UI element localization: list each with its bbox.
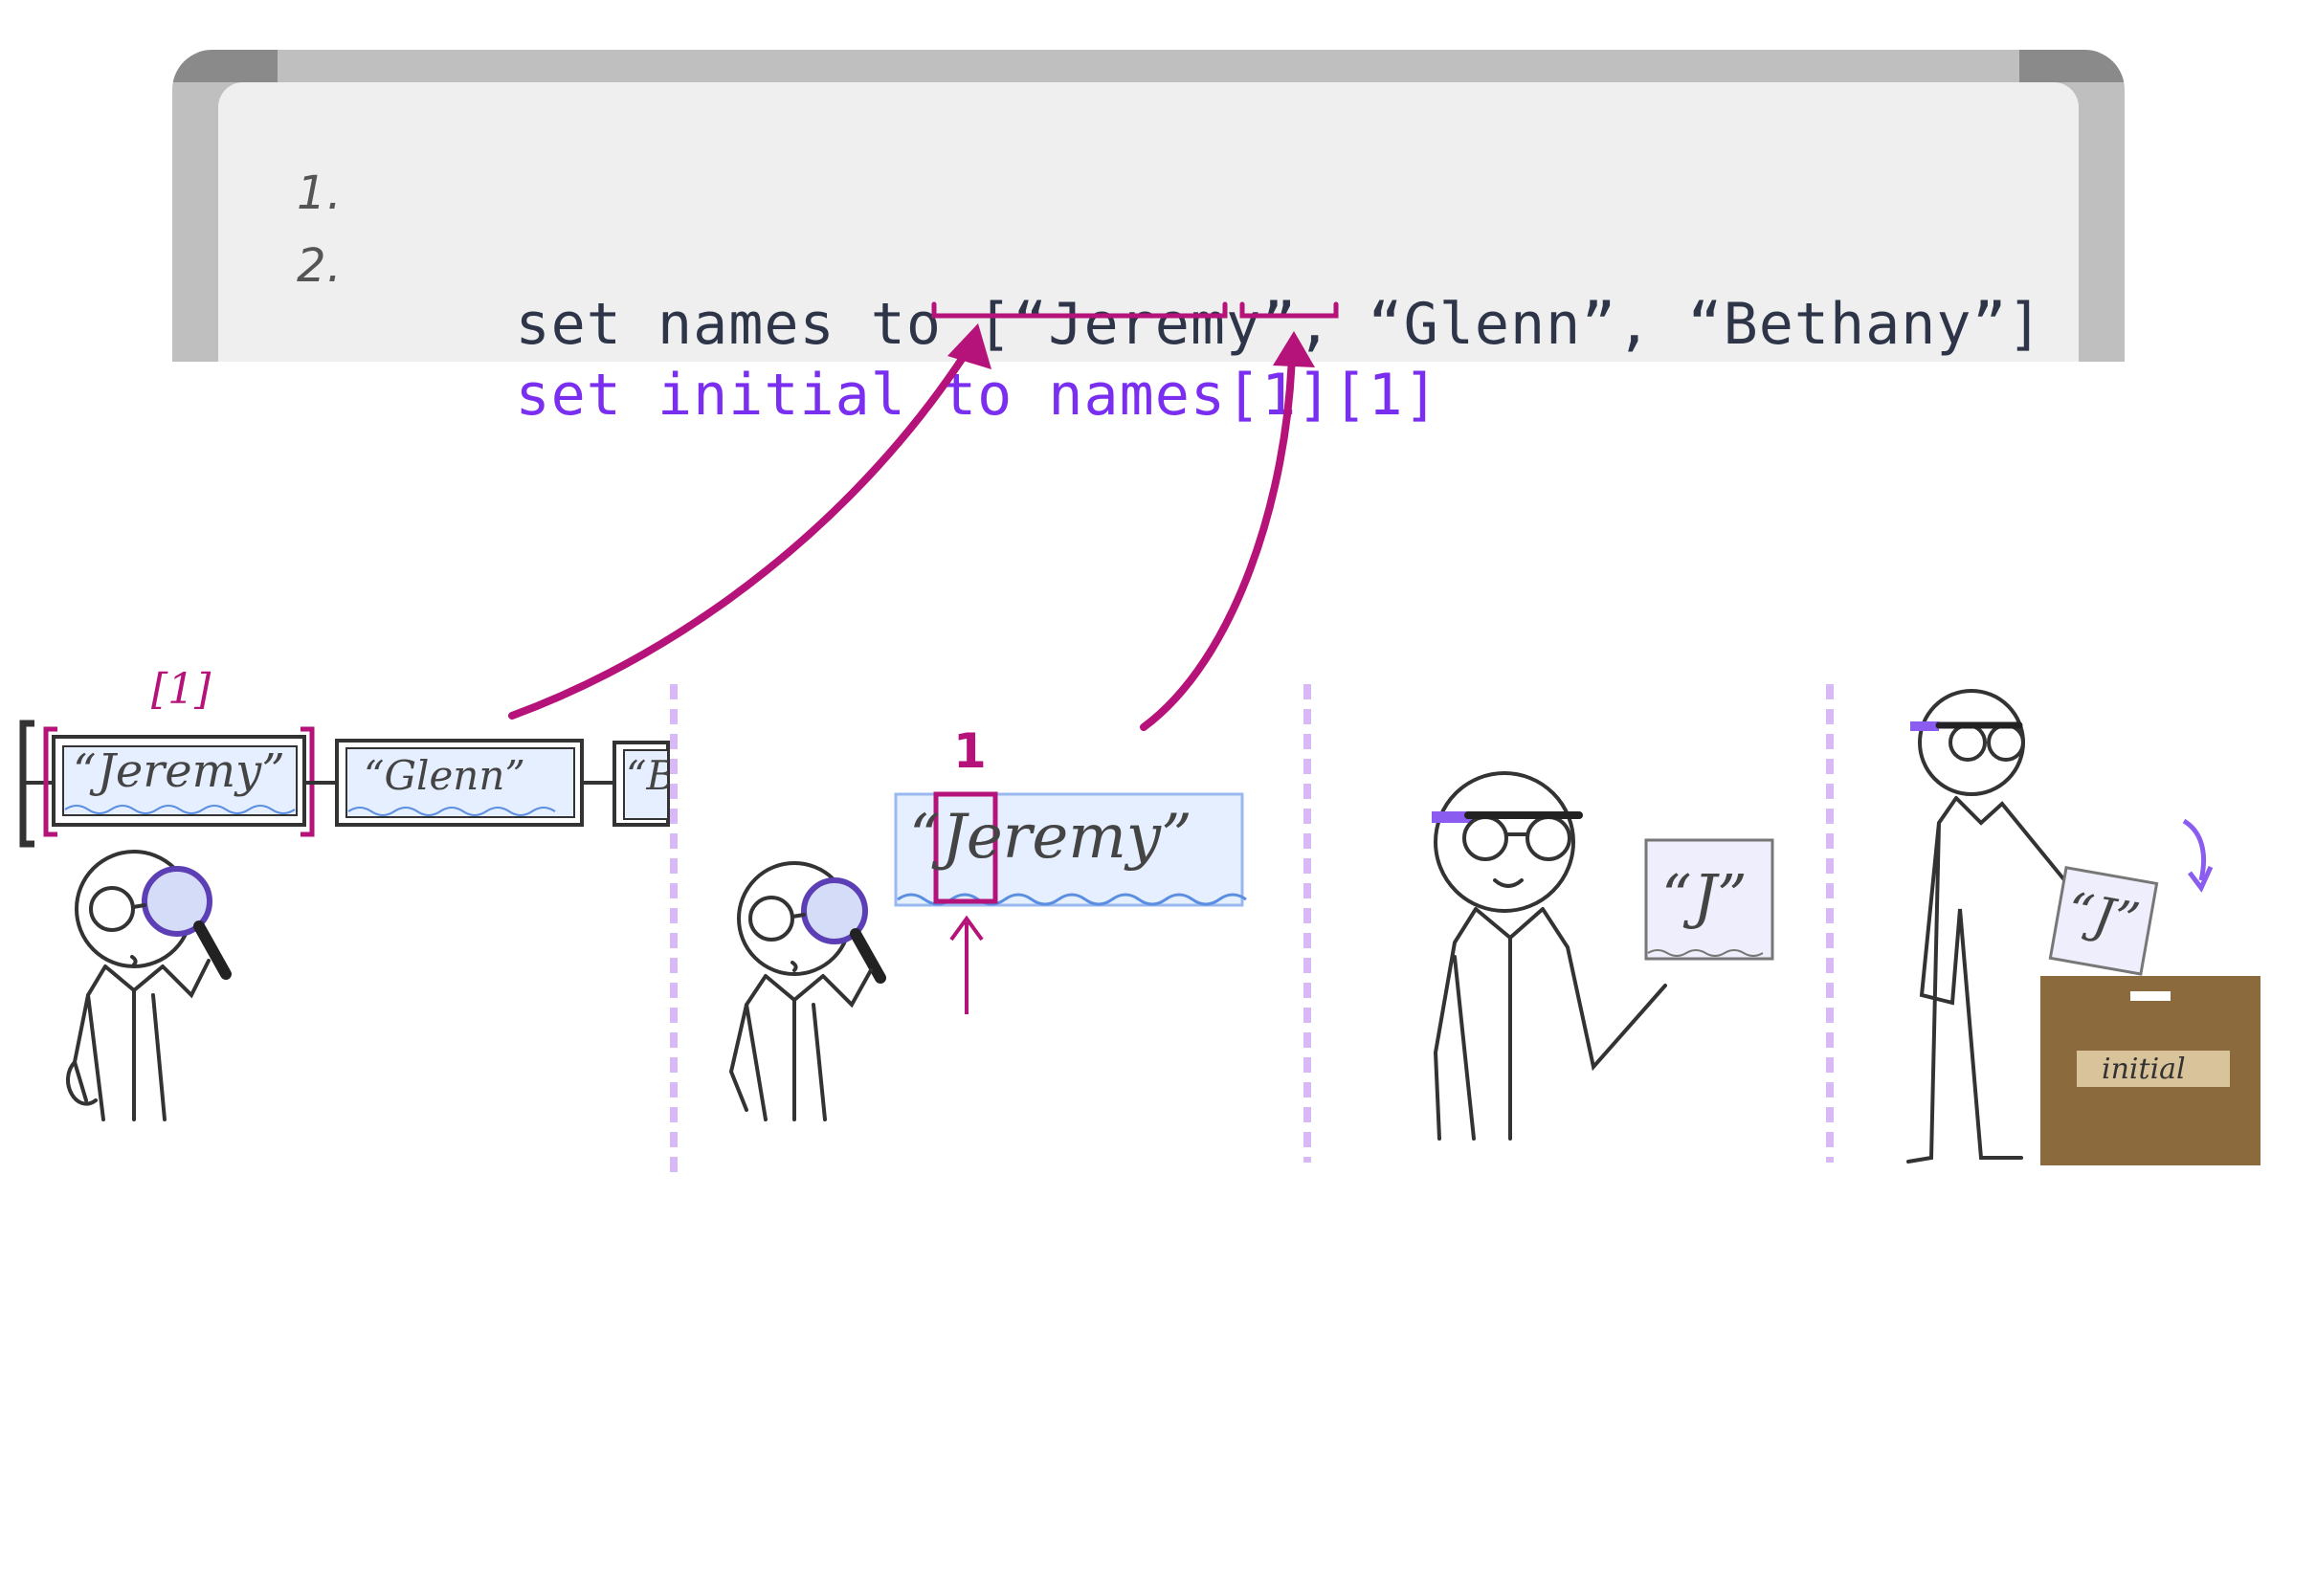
arrow-head-1 [947,323,991,369]
scientist-1 [66,850,232,1121]
code-underlines [931,301,1339,319]
underline-second-index [1239,301,1339,319]
string-jeremy-text: “Jeremy” [909,802,1192,873]
arrow-to-index-1 [1140,350,1296,731]
paper-j-text-panel4: “J” [2062,881,2144,952]
paper-j-text-panel3: “J” [1661,861,1748,931]
scientist-3 [1432,771,1667,1141]
list-item-glenn: “Glenn” [364,752,525,799]
scientist-2 [728,861,886,1121]
box-label-initial: initial [2102,1053,2186,1086]
list-item-bethany: “B [626,752,668,799]
list-item-jeremy: “Jeremy” [73,744,285,798]
arrow-to-names-1 [508,341,975,720]
char-index-label: 1 [953,723,987,779]
underline-names-1 [931,301,1228,319]
arrow-heads [947,323,1315,369]
diagram-scene: 1. set names to [“Jeremy”, “Glenn”, “Bet… [0,0,2316,1596]
curved-arrows [508,341,1296,731]
list-index-label: [1] [151,665,212,714]
drop-arrow [2182,818,2206,881]
arrow-head-2 [1273,331,1315,367]
illustration-svg [19,301,2260,1172]
